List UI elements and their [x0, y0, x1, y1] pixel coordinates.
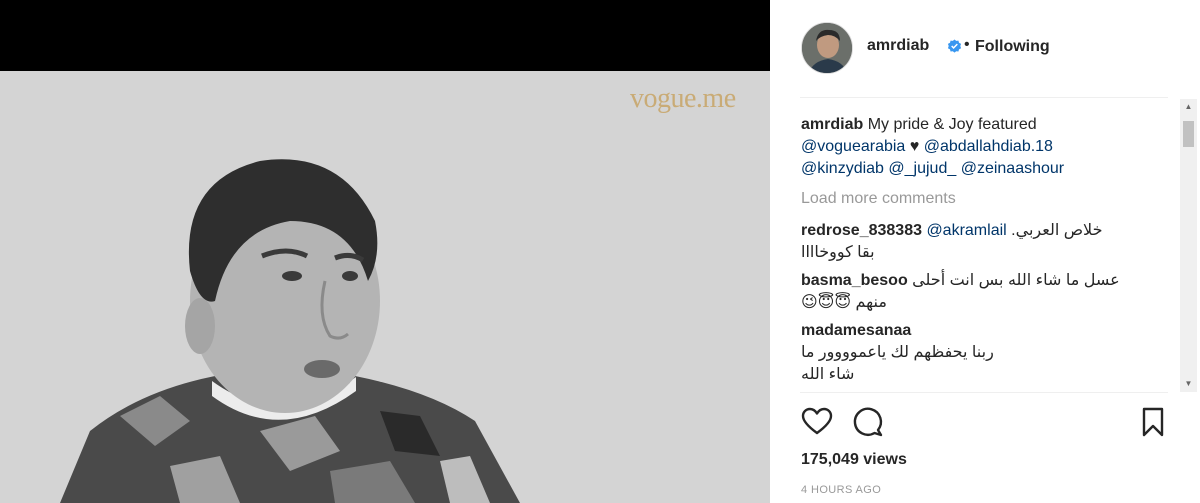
- post-timestamp[interactable]: 4 HOURS AGO: [801, 484, 881, 496]
- comments-scrollbar[interactable]: ▲ ▼: [1180, 99, 1197, 392]
- video-player[interactable]: vogue.me: [0, 71, 770, 503]
- post-header: amrdiab • Following: [770, 0, 1200, 97]
- divider: [800, 392, 1168, 393]
- mention-link[interactable]: @zeinaashour: [961, 160, 1064, 177]
- comments-list[interactable]: amrdiab My pride & Joy featured @voguear…: [801, 114, 1171, 386]
- comment-text: منهم: [855, 294, 887, 311]
- following-button[interactable]: Following: [975, 38, 1050, 56]
- comment-text: شاء الله: [801, 366, 855, 383]
- comment-text: ربنا يحفظهم لك ياعموووور ما: [801, 344, 994, 361]
- comment-text: عسل ما شاء الله بس انت أحلى: [912, 272, 1120, 289]
- speech-bubble-icon[interactable]: [851, 405, 885, 439]
- video-frame-person: [0, 71, 770, 503]
- mention-link[interactable]: @_jujud_: [888, 160, 956, 177]
- divider: [800, 97, 1168, 98]
- verified-badge-icon: [947, 39, 962, 53]
- media-panel[interactable]: vogue.me: [0, 0, 770, 503]
- mention-link[interactable]: @abdallahdiab.18: [924, 138, 1053, 155]
- comment-emojis: 😉😇😇: [801, 294, 852, 311]
- caption-text: My pride & Joy featured: [867, 116, 1037, 133]
- comment-username[interactable]: redrose_838383: [801, 222, 922, 239]
- comment-item: basma_besoo عسل ما شاء الله بس انت أحلى …: [801, 270, 1171, 314]
- comment-text: بقا كووخاااا: [801, 244, 875, 261]
- bookmark-icon[interactable]: [1136, 405, 1170, 439]
- avatar[interactable]: [801, 22, 853, 74]
- heart-outline-icon[interactable]: [800, 405, 834, 439]
- load-more-comments-button[interactable]: Load more comments: [801, 188, 1171, 210]
- scrollbar-thumb[interactable]: [1183, 121, 1194, 147]
- comment-username[interactable]: basma_besoo: [801, 272, 908, 289]
- action-bar: [800, 405, 1170, 441]
- post-sidebar: amrdiab • Following amrdiab My pride & J…: [770, 0, 1200, 503]
- mention-link[interactable]: @akramlail: [926, 222, 1006, 239]
- avatar-image: [802, 23, 852, 73]
- comment-username[interactable]: madamesanaa: [801, 322, 911, 339]
- heart-glyph: ♥: [909, 138, 920, 155]
- view-count[interactable]: 175,049 views: [801, 451, 907, 469]
- comment-item: redrose_838383 @akramlail خلاص العربي. ب…: [801, 220, 1171, 264]
- caption-username[interactable]: amrdiab: [801, 116, 863, 133]
- vogue-watermark: vogue.me: [630, 83, 736, 114]
- caption: amrdiab My pride & Joy featured @voguear…: [801, 114, 1171, 180]
- header-username[interactable]: amrdiab: [867, 37, 929, 55]
- comment-item: madamesanaa ربنا يحفظهم لك ياعموووور ما …: [801, 320, 1171, 386]
- scroll-up-arrow-icon[interactable]: ▲: [1180, 99, 1197, 115]
- comment-text: خلاص العربي.: [1011, 222, 1103, 239]
- mention-link[interactable]: @kinzydiab: [801, 160, 884, 177]
- separator-dot: •: [964, 36, 970, 53]
- mention-link[interactable]: @voguearabia: [801, 138, 905, 155]
- scroll-down-arrow-icon[interactable]: ▼: [1180, 376, 1197, 392]
